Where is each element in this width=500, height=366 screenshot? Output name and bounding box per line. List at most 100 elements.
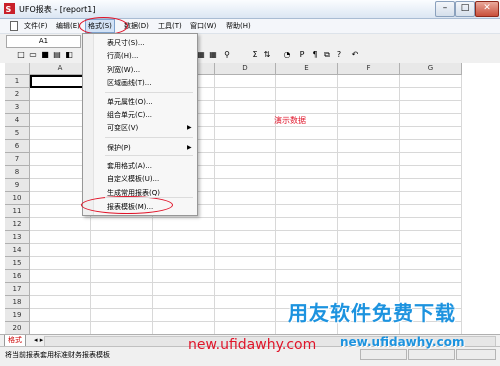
column-header-g[interactable]: G [400, 63, 462, 75]
new-icon[interactable]: □ [16, 50, 26, 60]
cell-g7[interactable] [400, 153, 462, 166]
maximize-button[interactable]: □ [455, 1, 475, 17]
cell-e9[interactable] [276, 179, 338, 192]
cell-d14[interactable] [215, 244, 276, 257]
menu-edit[interactable]: 编辑(E) [56, 21, 80, 31]
cell-b15[interactable] [91, 257, 153, 270]
cell-d1[interactable] [215, 75, 276, 88]
cell-f2[interactable] [338, 88, 400, 101]
cell-e17[interactable] [276, 283, 338, 296]
cell-d17[interactable] [215, 283, 276, 296]
cell-g16[interactable] [400, 270, 462, 283]
cell-g2[interactable] [400, 88, 462, 101]
cell-f3[interactable] [338, 101, 400, 114]
row-header-2[interactable]: 2 [5, 88, 30, 101]
cell-f12[interactable] [338, 218, 400, 231]
cell-d9[interactable] [215, 179, 276, 192]
cell-d2[interactable] [215, 88, 276, 101]
cell-d3[interactable] [215, 101, 276, 114]
cell-g15[interactable] [400, 257, 462, 270]
row-header-6[interactable]: 6 [5, 140, 30, 153]
cell-c16[interactable] [153, 270, 215, 283]
print-icon[interactable]: ▤ [52, 50, 62, 60]
cell-f14[interactable] [338, 244, 400, 257]
cell-f11[interactable] [338, 205, 400, 218]
document-icon[interactable] [10, 21, 18, 31]
row-header-17[interactable]: 17 [5, 283, 30, 296]
cell-name-box[interactable]: A1 [6, 35, 81, 48]
cell-d18[interactable] [215, 296, 276, 309]
cell-a12[interactable] [30, 218, 91, 231]
sheet-nav-arrows[interactable]: ◂ ▸ [34, 336, 43, 344]
cell-g4[interactable] [400, 114, 462, 127]
cell-f13[interactable] [338, 231, 400, 244]
cell-a14[interactable] [30, 244, 91, 257]
cell-a13[interactable] [30, 231, 91, 244]
open-icon[interactable]: ▭ [28, 50, 38, 60]
row-header-15[interactable]: 15 [5, 257, 30, 270]
row-header-1[interactable]: 1 [5, 75, 30, 88]
save-icon[interactable]: ■ [40, 50, 50, 60]
cell-f15[interactable] [338, 257, 400, 270]
cell-b16[interactable] [91, 270, 153, 283]
cell-a18[interactable] [30, 296, 91, 309]
cell-c19[interactable] [153, 309, 215, 322]
cell-a15[interactable] [30, 257, 91, 270]
cell-c13[interactable] [153, 231, 215, 244]
cell-d12[interactable] [215, 218, 276, 231]
menu-window[interactable]: 窗口(W) [190, 21, 216, 31]
cell-g10[interactable] [400, 192, 462, 205]
cell-d11[interactable] [215, 205, 276, 218]
chart-icon[interactable]: ◔ [282, 50, 292, 60]
link-icon[interactable]: ⧉ [322, 50, 332, 60]
cell-e6[interactable] [276, 140, 338, 153]
row-header-5[interactable]: 5 [5, 127, 30, 140]
row-header-3[interactable]: 3 [5, 101, 30, 114]
cell-f5[interactable] [338, 127, 400, 140]
cell-g1[interactable] [400, 75, 462, 88]
cell-f7[interactable] [338, 153, 400, 166]
cell-d13[interactable] [215, 231, 276, 244]
row-header-9[interactable]: 9 [5, 179, 30, 192]
cell-e10[interactable] [276, 192, 338, 205]
cell-f10[interactable] [338, 192, 400, 205]
preview-icon[interactable]: ◧ [64, 50, 74, 60]
row-header-8[interactable]: 8 [5, 166, 30, 179]
cell-e3[interactable] [276, 101, 338, 114]
cell-f6[interactable] [338, 140, 400, 153]
format-menu-item-2[interactable]: 列宽(W)... [107, 65, 140, 75]
format-menu-item-7[interactable]: 保护(P) [107, 143, 131, 153]
cell-b19[interactable] [91, 309, 153, 322]
cell-e1[interactable] [276, 75, 338, 88]
cell-e12[interactable] [276, 218, 338, 231]
cell-e13[interactable] [276, 231, 338, 244]
cell-a19[interactable] [30, 309, 91, 322]
p-icon[interactable]: P [297, 50, 307, 60]
format-menu-item-9[interactable]: 自定义模板(U)... [107, 174, 159, 184]
find-icon[interactable]: ⚲ [222, 50, 232, 60]
row-header-10[interactable]: 10 [5, 192, 30, 205]
help-icon[interactable]: ? [334, 50, 344, 60]
row-header-19[interactable]: 19 [5, 309, 30, 322]
cell-c17[interactable] [153, 283, 215, 296]
minimize-button[interactable]: – [435, 1, 455, 17]
cell-g8[interactable] [400, 166, 462, 179]
cell-d15[interactable] [215, 257, 276, 270]
cell-b13[interactable] [91, 231, 153, 244]
row-header-16[interactable]: 16 [5, 270, 30, 283]
format-menu-item-4[interactable]: 单元属性(O)... [107, 97, 153, 107]
menu-file[interactable]: 文件(F) [24, 21, 48, 31]
cell-a16[interactable] [30, 270, 91, 283]
cell-f16[interactable] [338, 270, 400, 283]
format-icon[interactable]: ¶ [310, 50, 320, 60]
cell-c15[interactable] [153, 257, 215, 270]
cell-e16[interactable] [276, 270, 338, 283]
cell-f4[interactable] [338, 114, 400, 127]
cell-f17[interactable] [338, 283, 400, 296]
menu-help[interactable]: 帮助(H) [226, 21, 251, 31]
cell-f8[interactable] [338, 166, 400, 179]
cell-g11[interactable] [400, 205, 462, 218]
cell-e2[interactable] [276, 88, 338, 101]
cell-a17[interactable] [30, 283, 91, 296]
cell-g9[interactable] [400, 179, 462, 192]
